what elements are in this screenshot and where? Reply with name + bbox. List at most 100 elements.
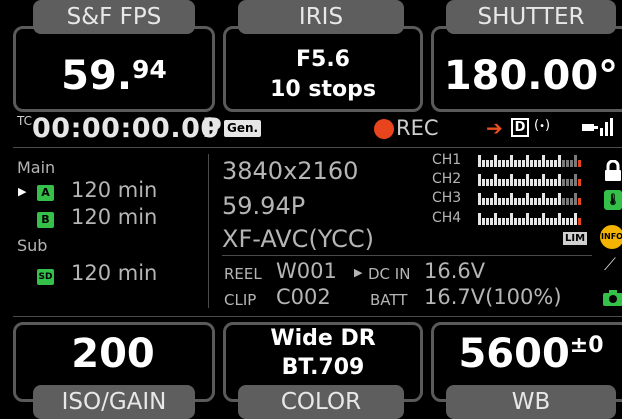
meter-tick	[494, 213, 497, 225]
lock-icon	[604, 159, 622, 186]
meter-tick	[506, 160, 509, 167]
shutter-value: 180.00°	[443, 53, 619, 99]
meter-tick	[546, 160, 549, 167]
meter-tick	[510, 193, 513, 205]
meter-tick	[506, 218, 509, 225]
gen-badge: Gen.	[224, 120, 262, 137]
timecode-prefix: TC	[17, 114, 33, 128]
ch2-label: CH2	[432, 171, 462, 187]
meter-tick	[526, 213, 529, 225]
meter-tick	[502, 218, 505, 225]
fps-value-fraction: 94	[132, 55, 167, 84]
meter-tick	[498, 160, 501, 167]
meter-tick	[478, 174, 481, 186]
meter-tick	[574, 155, 577, 167]
fps-label-tab: S&F FPS	[33, 0, 195, 34]
meter-tick	[514, 160, 517, 167]
meter-tick	[490, 218, 493, 225]
meter-tick	[578, 218, 581, 225]
limiter-label: LIM	[565, 233, 586, 244]
meter-tick	[542, 213, 545, 225]
iso-value: 200	[71, 331, 155, 377]
dcin-arrow-icon: ▶	[354, 266, 363, 279]
meter-tick	[554, 179, 557, 186]
wb-value: 5600±0	[431, 326, 622, 382]
meter-tick	[490, 198, 493, 205]
meter-tick	[482, 198, 485, 205]
meter-tick	[530, 160, 533, 167]
meter-tick	[518, 179, 521, 186]
meter-tick	[478, 213, 481, 225]
meter-tick	[514, 179, 517, 186]
meter-tick	[554, 160, 557, 167]
slot-b-letter: B	[37, 212, 54, 228]
thermometer-icon: 🌡	[604, 190, 622, 210]
meter-tick	[562, 198, 565, 205]
fps-value-main: 59.	[61, 53, 133, 99]
meter-tick	[558, 213, 561, 225]
meter-tick	[478, 193, 481, 205]
color-label: COLOR	[280, 389, 362, 415]
color-label-tab: COLOR	[238, 385, 404, 419]
meter-tick	[538, 179, 541, 186]
meter-tick	[486, 179, 489, 186]
clip-label: CLIP	[224, 291, 257, 309]
clip-value: C002	[276, 285, 331, 309]
meter-tick	[554, 218, 557, 225]
meter-tick	[530, 218, 533, 225]
meter-tick	[578, 198, 581, 205]
meter-tick	[562, 218, 565, 225]
frame-rate: 59.94P	[222, 192, 306, 220]
arrow-right-icon: ➔	[486, 116, 503, 140]
iso-label-tab: ISO/GAIN	[33, 385, 195, 419]
meter-tick	[498, 179, 501, 186]
meter-tick	[578, 179, 581, 186]
meter-tick	[494, 155, 497, 167]
shutter-label-tab: SHUTTER	[446, 0, 616, 34]
meter-tick	[530, 198, 533, 205]
meter-tick	[558, 193, 561, 205]
meter-tick	[510, 155, 513, 167]
slot-sd-badge: SD	[37, 264, 54, 285]
meter-tick	[554, 198, 557, 205]
meter-tick	[510, 174, 513, 186]
timecode-value: 00:00:00.00	[32, 113, 220, 144]
timecode-mode: P	[202, 113, 222, 144]
ch3-label: CH3	[432, 190, 462, 206]
meter-tick	[566, 179, 569, 186]
meter-tick	[550, 179, 553, 186]
ch1-label: CH1	[432, 152, 462, 168]
meter-tick	[490, 160, 493, 167]
meter-tick	[494, 193, 497, 205]
meter-tick	[546, 179, 549, 186]
meter-tick	[534, 160, 537, 167]
color-space: BT.709	[281, 355, 365, 380]
slot-sd-remaining: 120 min	[71, 261, 158, 285]
meter-tick	[526, 174, 529, 186]
info-icon: INFO	[600, 225, 622, 249]
batt-value: 16.7V(100%)	[424, 285, 562, 309]
meter-tick	[546, 198, 549, 205]
ch3-meter	[478, 193, 582, 205]
fps-label: S&F FPS	[66, 4, 162, 30]
slot-a-badge: A	[37, 181, 54, 201]
meter-tick	[566, 218, 569, 225]
meter-tick	[550, 218, 553, 225]
ch1-meter	[478, 155, 582, 167]
iris-stops: 10 stops	[270, 77, 376, 102]
meter-tick	[526, 193, 529, 205]
color-gamma: Wide DR	[270, 326, 376, 351]
ch4-label: CH4	[432, 210, 462, 226]
meter-tick	[482, 160, 485, 167]
slot-a-letter: A	[37, 185, 54, 201]
slot-sd-letter: SD	[37, 269, 54, 285]
meter-tick	[550, 198, 553, 205]
meter-tick	[578, 160, 581, 167]
meter-tick	[502, 198, 505, 205]
meter-tick	[558, 155, 561, 167]
meter-tick	[570, 160, 573, 167]
wireless-icon: (•)	[534, 118, 551, 133]
wb-offset: ±0	[569, 333, 604, 358]
meter-tick	[558, 174, 561, 186]
meter-tick	[570, 198, 573, 205]
